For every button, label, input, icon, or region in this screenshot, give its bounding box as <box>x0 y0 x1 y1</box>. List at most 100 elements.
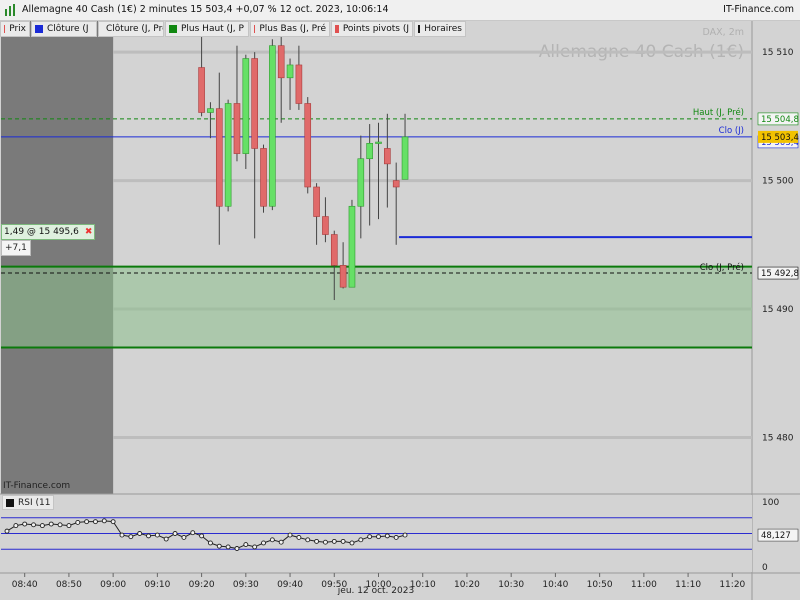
candle-body <box>207 108 214 113</box>
legend-color-swatch <box>418 25 421 33</box>
legend-item[interactable]: Points pivots (J <box>331 21 413 37</box>
candle-body <box>322 216 329 235</box>
rsi-point <box>22 521 28 527</box>
rsi-point <box>48 521 54 527</box>
legend-bar: Prix Clôture (J Clôture (J, Pré Plus Haut (… <box>0 21 467 37</box>
rsi-point <box>13 523 19 529</box>
candle-body <box>357 158 365 207</box>
candle-body <box>339 265 347 288</box>
rsi-tick-label: 0 <box>762 563 768 573</box>
price-axis-label: 15 492,8 <box>761 269 799 279</box>
rsi-point <box>31 522 36 528</box>
legend-item-label: Clôture (J, Pré <box>106 24 164 34</box>
candle-body <box>295 64 303 104</box>
brand-watermark-bottom: IT-Finance.com <box>3 481 71 491</box>
candle-body <box>375 141 382 144</box>
candle-body <box>392 180 400 188</box>
close-position-icon[interactable]: ✖ <box>85 227 93 237</box>
rsi-point <box>225 544 231 550</box>
legend-item-label: Prix <box>9 24 26 34</box>
y-tick-label: 15 510 <box>762 48 794 58</box>
y-tick-label: 15 490 <box>762 305 794 315</box>
rsi-point <box>172 531 178 536</box>
rsi-point <box>181 535 187 540</box>
trade-position-box[interactable]: 1,49 @ 15 495,6 ✖ <box>1 224 96 240</box>
legend-color-swatch <box>335 25 339 33</box>
trade-pl-label: +7,1 <box>1 240 31 256</box>
rsi-point <box>340 538 346 544</box>
rsi-point <box>110 519 116 525</box>
legend-item-label: Points pivots (J <box>342 24 409 34</box>
candle-body <box>224 103 232 207</box>
legend-item-label: Clôture (J <box>47 24 89 34</box>
rsi-point <box>322 539 328 545</box>
date-label: jeu. 12 oct. 2023 <box>337 586 415 596</box>
rsi-point <box>261 540 266 546</box>
reference-line-label: Clo (J) <box>719 126 744 136</box>
candle-body <box>198 67 205 113</box>
rsi-point <box>57 522 63 528</box>
legend-item-label: Horaires <box>424 24 462 34</box>
rsi-tick-label: 100 <box>762 498 779 508</box>
legend-color-swatch <box>169 25 177 33</box>
rsi-point <box>243 542 249 548</box>
closed-session-shade <box>1 20 114 494</box>
rsi-point <box>376 534 381 540</box>
rsi-point <box>199 533 205 539</box>
candle-body <box>384 148 391 165</box>
y-tick-label: 15 500 <box>762 177 794 187</box>
candle-body <box>277 45 285 79</box>
rsi-legend[interactable]: RSI (11 <box>2 495 55 510</box>
legend-item[interactable]: Plus Haut (J, P <box>165 21 249 37</box>
rsi-point <box>66 523 72 529</box>
legend-color-swatch <box>35 25 43 33</box>
rsi-point <box>75 519 81 525</box>
rsi-point <box>314 538 320 544</box>
candle-body <box>269 45 276 207</box>
candle-body <box>215 108 223 207</box>
rsi-point <box>93 519 98 525</box>
rsi-point <box>393 535 399 540</box>
trade-position-label: 1,49 @ 15 495,6 <box>4 227 79 237</box>
rsi-point <box>252 544 258 550</box>
legend-color-swatch <box>4 25 6 33</box>
legend-item[interactable]: Plus Bas (J, Pré <box>250 21 330 37</box>
candle-body <box>286 64 294 79</box>
candle-body <box>401 136 409 180</box>
candle-body <box>313 186 320 217</box>
legend-item[interactable]: Clôture (J, Pré <box>98 21 164 37</box>
rsi-point <box>305 537 311 543</box>
rsi-point <box>4 528 10 534</box>
rsi-point <box>163 536 169 542</box>
price-zone <box>1 266 752 348</box>
legend-item[interactable]: Clôture (J <box>31 21 97 37</box>
legend-item-label: Plus Haut (J, P <box>181 24 244 34</box>
rsi-point <box>154 532 160 538</box>
rsi-point <box>384 533 390 539</box>
candle-body <box>242 58 250 154</box>
legend-color-swatch <box>254 25 256 33</box>
title-bar: Allemagne 40 Cash (1€) 2 minutes 15 503,… <box>0 0 800 21</box>
rsi-point <box>146 533 151 539</box>
rsi-point <box>331 538 337 544</box>
price-axis-label: 15 504,8 <box>761 115 799 125</box>
candle-body <box>304 103 312 188</box>
rsi-point <box>190 530 196 536</box>
rsi-point <box>216 543 222 549</box>
legend-item[interactable]: Horaires <box>414 21 466 37</box>
legend-item[interactable]: Prix <box>0 21 30 37</box>
rsi-point <box>287 532 293 538</box>
rsi-point <box>349 540 355 546</box>
candle-body <box>251 58 258 149</box>
rsi-point <box>234 546 240 551</box>
rsi-point <box>402 532 408 538</box>
watermark-symbol: DAX, 2m <box>703 27 745 38</box>
rsi-point <box>39 523 45 529</box>
rsi-point <box>296 535 302 540</box>
last-price-label: 15 503,4 <box>761 133 799 143</box>
candle-body <box>366 143 373 160</box>
legend-item-label: Plus Bas (J, Pré <box>259 24 326 34</box>
candle-body <box>330 234 338 266</box>
rsi-point <box>207 540 213 546</box>
rsi-point <box>84 519 90 525</box>
